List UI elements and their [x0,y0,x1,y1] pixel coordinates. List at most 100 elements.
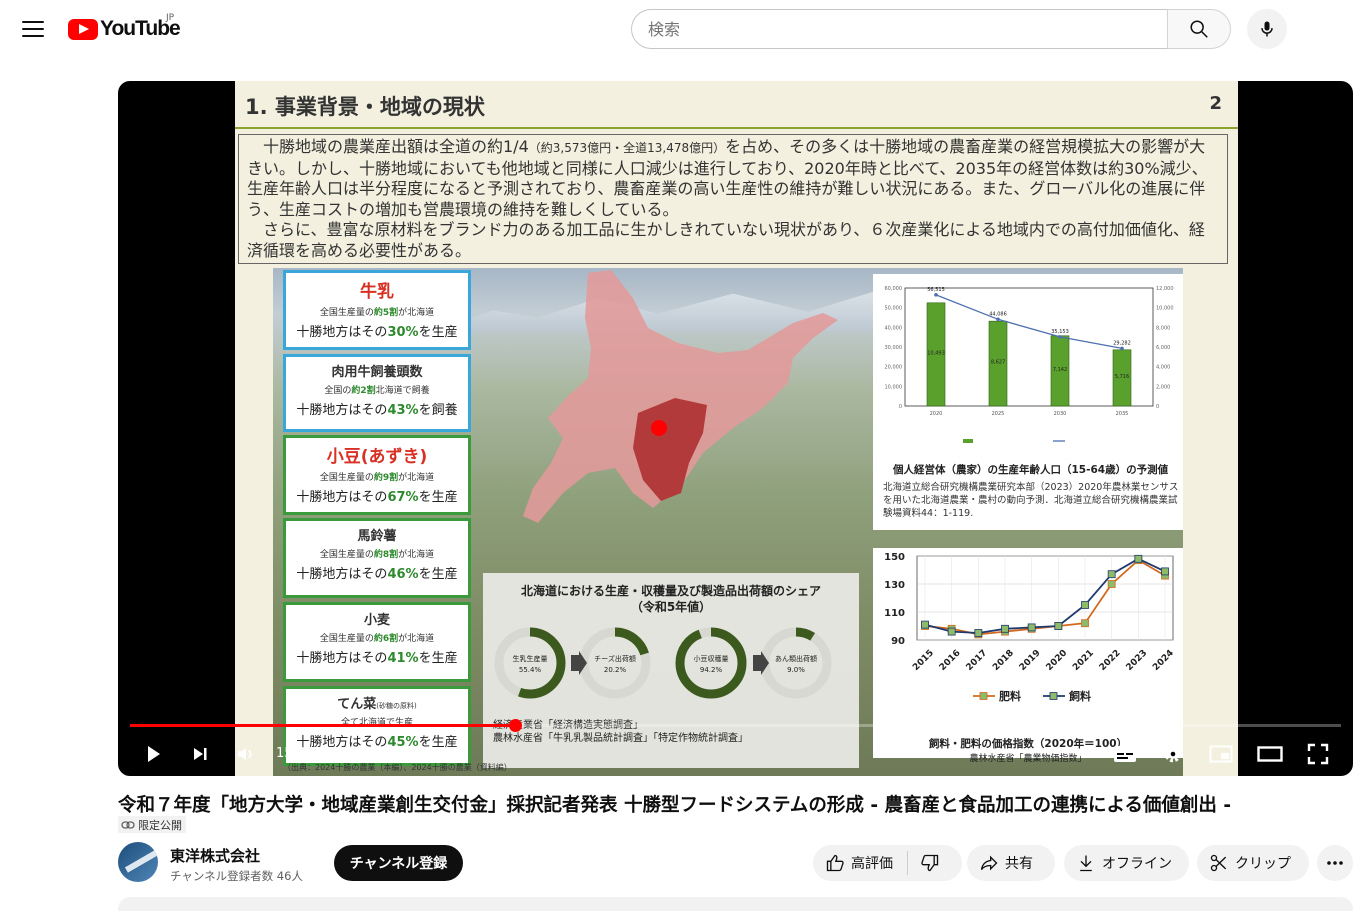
donut-label: チーズ出荷額 [594,654,636,663]
series-marker [947,627,956,636]
product-box-tokachi-share: 十勝地方はその67%を生産 [296,490,458,505]
y2-tick-label: 4,000 [1156,365,1170,371]
series-marker [1081,601,1089,609]
theater-mode-button[interactable] [1255,739,1285,769]
masthead: YouTube JP [0,0,1365,58]
x-tick-label: 2025 [992,411,1005,417]
slide-frame: 1. 事業背景・地域の現状 2 十勝地域の農業産出額は全道の約1/4（約3,57… [235,81,1238,776]
play-button[interactable] [138,739,168,769]
line-value-label: 35,153 [1051,329,1069,335]
subscribe-button[interactable]: チャンネル登録 [334,845,463,881]
fullscreen-icon [1307,743,1329,765]
search-input[interactable] [631,9,1168,49]
series-line [924,559,1166,636]
share-button[interactable]: 共有 [967,845,1055,881]
miniplayer-button[interactable] [1206,739,1236,769]
more-actions-button[interactable] [1317,845,1353,881]
dislike-button[interactable] [920,853,940,873]
skip-next-icon [194,748,207,760]
visibility-badge: 限定公開 [118,816,186,833]
hokkaido-map [523,270,838,523]
clip-label: クリップ [1235,856,1291,872]
product-box: 小麦全国生産量の約6割が北海道十勝地方はその41%を生産 [283,602,471,682]
player-controls: 15:27 / 48:30 [118,731,1353,776]
donut-title-line: 北海道における生産・収穫量及び製造品出荷額のシェア [520,584,821,598]
donut-label: あん類出荷額 [775,654,817,663]
donut-charts: 生乳生産量 55.4% チーズ出荷額 20.2% 小豆収穫量 94.2% あん類出荷額 9.0… [494,627,832,699]
search-box [631,9,1231,49]
slide-page-number: 2 [1209,93,1222,114]
bar-chart-source: 北海道立総合研究機構農業研究本部（2023）2020年農林業センサスを用いた北海… [883,482,1179,519]
product-box-heading: 小麦 [363,613,390,628]
play-icon [148,746,160,762]
y2-tick-label: 0 [1156,404,1159,410]
x-tick-label: 2021 [1071,648,1096,673]
progress-fill [130,724,516,727]
x-tick-label: 2030 [1054,411,1067,417]
farmland-photo: 牛乳 全国生産量の約5割が北海道 十勝地方はその30%を生産 肉用牛飼養頭数 全国の約2… [273,268,1183,776]
series-line [935,294,1123,350]
link-icon [121,820,135,829]
bar-value-label: 8,627 [991,360,1005,366]
subtitles-icon [1114,746,1136,762]
series-marker [1134,554,1143,563]
theater-icon [1257,746,1283,762]
summary-part-small: （約3,573億円・全道13,478億円） [528,141,726,155]
product-box-heading: 牛乳 [360,282,394,302]
offline-label: オフライン [1102,856,1172,872]
y-tick-label: 90 [891,636,905,647]
product-box-tokachi-share: 十勝地方はその30%を生産 [296,325,458,340]
slide-title: 1. 事業背景・地域の現状 [245,95,485,119]
series-marker [1054,622,1063,630]
legend-label: 肥料 [999,689,1021,703]
subtitles-button[interactable] [1110,739,1140,769]
channel-avatar[interactable] [118,842,158,882]
progress-bar[interactable] [130,719,1341,732]
donut-value: 94.2% [700,666,723,674]
product-box-national: 全国生産量の約6割が北海道 [319,634,435,644]
x-tick-label: 2022 [1098,648,1123,673]
product-box: 牛乳 全国生産量の約5割が北海道 十勝地方はその30%を生産 [283,270,471,350]
donut-value: 55.4% [519,666,542,674]
summary-part: 十勝地域の農業産出額は全道の約1/4 [263,137,529,156]
voice-search-button[interactable] [1247,9,1287,49]
price-index-line-chart: 901101301502015 2016 2017 2018 2019 2020 2021 2… [884,552,1176,703]
download-button[interactable]: オフライン [1064,845,1189,881]
legend-marker [979,692,988,700]
product-box-tokachi-share: 十勝地方はその41%を生産 [296,651,458,666]
youtube-logo[interactable]: YouTube JP [68,13,181,41]
line-value-label: 29,282 [1113,340,1131,346]
x-tick-label: 2019 [1018,648,1043,673]
like-label[interactable]: 高評価 [851,853,893,873]
region-code: JP [166,13,175,23]
x-tick-label: 2017 [965,648,990,673]
x-tick-label: 2024 [1151,648,1176,673]
video-player[interactable]: 1. 事業背景・地域の現状 2 十勝地域の農業産出額は全道の約1/4（約3,57… [118,81,1353,776]
divider [907,851,908,875]
y-tick-label: 20,000 [885,365,903,371]
like-button[interactable] [825,853,845,873]
search-button[interactable] [1167,9,1231,49]
visibility-label: 限定公開 [138,818,182,832]
scissors-icon [1209,853,1229,873]
y-tick-label: 50,000 [885,306,903,312]
donut-label: 小豆収穫量 [694,654,729,663]
y-tick-label: 40,000 [885,325,903,331]
settings-button[interactable] [1158,739,1188,769]
fullscreen-button[interactable] [1303,739,1333,769]
donut-value: 20.2% [604,666,627,674]
video-title: 令和７年度「地方大学・地域産業創生交付金」採択記者発表 十勝型フードシステムの形… [118,795,1232,816]
line-point [1120,346,1124,351]
series-marker [1027,623,1036,632]
next-button[interactable] [185,739,215,769]
series-marker [1107,570,1116,579]
more-horizontal-icon [1327,861,1343,865]
donut-value: 9.0% [787,666,805,674]
channel-name[interactable]: 東洋株式会社 [170,845,260,866]
clip-button[interactable]: クリップ [1197,845,1309,881]
mute-button[interactable] [231,739,261,769]
line-value-label: 56,515 [927,287,945,293]
guide-menu-button[interactable] [18,14,48,44]
volume-icon [237,747,252,761]
product-box-note: (砂糖の原料) [376,702,417,710]
